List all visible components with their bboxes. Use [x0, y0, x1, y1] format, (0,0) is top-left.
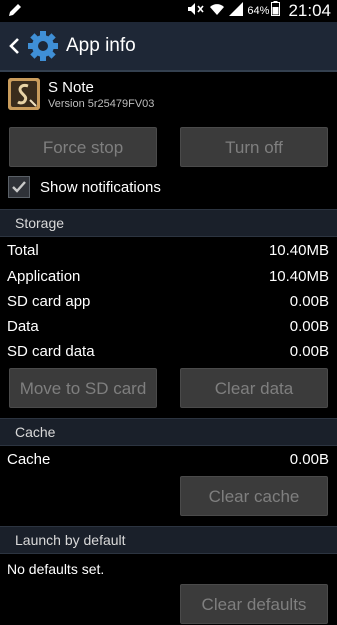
- storage-section-header: Storage: [0, 209, 337, 237]
- row-value: 0.00B: [289, 343, 329, 360]
- no-defaults-text: No defaults set.: [7, 561, 105, 577]
- action-bar: App info: [0, 22, 337, 72]
- show-notifications-row[interactable]: Show notifications: [8, 175, 328, 199]
- row-value: 10.40MB: [268, 242, 329, 259]
- battery-icon: [271, 1, 284, 21]
- launch-header-label: Launch by default: [15, 532, 126, 548]
- row-value: 0.00B: [289, 451, 329, 468]
- storage-row-sd-card-app: SD card app 0.00B: [0, 291, 337, 313]
- clear-defaults-button[interactable]: Clear defaults: [180, 584, 328, 624]
- cache-row: Cache 0.00B: [0, 449, 337, 471]
- status-bar: 64% 21:04: [0, 0, 337, 22]
- storage-header-label: Storage: [15, 215, 65, 231]
- battery-percent: 64%: [247, 5, 270, 17]
- edit-icon: [8, 3, 22, 22]
- signal-icon: [229, 1, 247, 21]
- storage-row-total: Total 10.40MB: [0, 240, 337, 262]
- storage-row-data: Data 0.00B: [0, 316, 337, 338]
- show-notifications-label: Show notifications: [40, 179, 161, 196]
- row-value: 0.00B: [289, 293, 329, 310]
- row-value: 10.40MB: [268, 268, 329, 285]
- clock: 21:04: [288, 1, 331, 20]
- show-notifications-checkbox[interactable]: [8, 176, 30, 198]
- clear-cache-button[interactable]: Clear cache: [180, 476, 328, 516]
- row-value: 0.00B: [289, 318, 329, 335]
- row-label: Data: [7, 318, 39, 335]
- checkmark-icon: [12, 181, 26, 193]
- app-version: Version 5r25479FV03: [48, 98, 155, 110]
- launch-by-default-section-header: Launch by default: [0, 526, 337, 554]
- row-label: SD card app: [7, 293, 91, 310]
- s-note-app-icon: [8, 78, 40, 110]
- storage-row-application: Application 10.40MB: [0, 266, 337, 288]
- row-label: Application: [7, 268, 81, 285]
- turn-off-button[interactable]: Turn off: [180, 127, 328, 167]
- row-label: Total: [7, 242, 39, 259]
- force-stop-button[interactable]: Force stop: [9, 127, 157, 167]
- cache-section-header: Cache: [0, 418, 337, 446]
- settings-gear-icon[interactable]: [27, 30, 59, 67]
- page-title: App info: [66, 35, 136, 56]
- row-label: Cache: [7, 451, 51, 468]
- storage-row-sd-card-data: SD card data 0.00B: [0, 341, 337, 363]
- app-name: S Note: [48, 79, 94, 96]
- row-label: SD card data: [7, 343, 95, 360]
- wifi-icon: [209, 2, 229, 21]
- clear-data-button[interactable]: Clear data: [180, 368, 328, 408]
- app-header: S Note Version 5r25479FV03: [0, 72, 337, 120]
- cache-header-label: Cache: [15, 424, 56, 440]
- mute-icon: [187, 2, 209, 21]
- back-chevron-icon[interactable]: [8, 37, 20, 60]
- move-to-sd-card-button[interactable]: Move to SD card: [9, 368, 157, 408]
